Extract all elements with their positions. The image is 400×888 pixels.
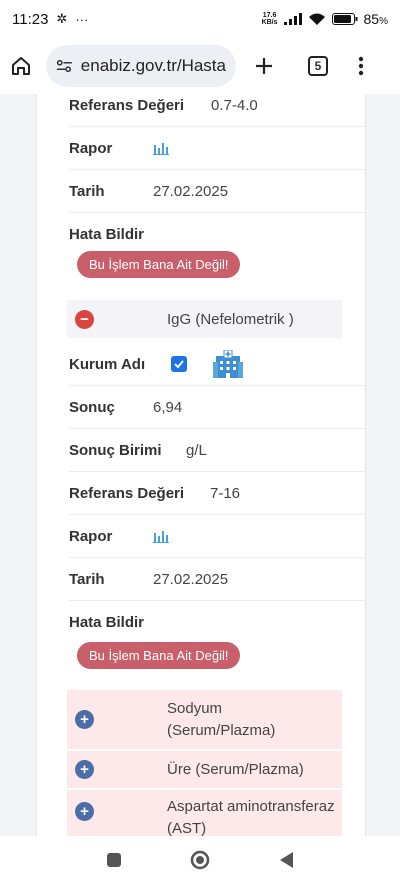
- home-nav-button[interactable]: [190, 850, 210, 875]
- expand-plus-icon[interactable]: +: [75, 760, 94, 779]
- url-text[interactable]: enabiz.gov.tr/Hasta: [81, 56, 226, 76]
- browser-menu-button[interactable]: [358, 56, 364, 76]
- result-row: Sonuç 6,94: [69, 386, 365, 429]
- site-settings-icon[interactable]: [56, 59, 73, 73]
- date-row-prev: Tarih 27.02.2025: [69, 170, 365, 213]
- expand-plus-icon[interactable]: +: [75, 802, 94, 821]
- back-triangle-icon: [280, 851, 293, 868]
- clock: 11:23: [12, 10, 49, 28]
- error-report-row: Hata Bildir: [69, 614, 145, 631]
- collapse-minus-icon[interactable]: −: [75, 309, 94, 329]
- institution-checkbox[interactable]: [171, 356, 187, 372]
- network-speed: 17.6 KB/s: [261, 12, 278, 26]
- home-button[interactable]: [10, 55, 32, 77]
- hospital-building-icon[interactable]: [213, 350, 243, 378]
- browser-toolbar: enabiz.gov.tr/Hasta 5: [0, 38, 400, 94]
- new-tab-button[interactable]: [254, 56, 274, 76]
- home-icon: [12, 57, 30, 75]
- error-report-row-prev: Hata Bildir: [69, 226, 145, 243]
- reference-row: Referans Değeri 7-16: [69, 472, 365, 515]
- cell-signal-icon: [283, 13, 302, 25]
- page-content: Referans Değeri 0.7-4.0 Rapor Tarih 27.0…: [0, 94, 400, 836]
- plus-icon: [256, 58, 272, 74]
- wifi-icon: [308, 13, 325, 25]
- report-row-prev: Rapor: [69, 127, 365, 170]
- recent-apps-button[interactable]: [106, 852, 122, 873]
- more-notifications-icon: ···: [75, 11, 89, 27]
- address-bar[interactable]: enabiz.gov.tr/Hasta: [46, 45, 236, 87]
- tab-switcher-button[interactable]: 5: [308, 56, 328, 76]
- test-header-ure[interactable]: + Üre (Serum/Plazma): [67, 751, 342, 789]
- system-navigation-bar: [0, 836, 400, 888]
- settings-gear-icon: ✲: [56, 11, 68, 26]
- battery-icon: [331, 13, 358, 25]
- not-my-record-button[interactable]: Bu İşlem Bana Ait Değil!: [77, 642, 241, 669]
- check-icon: [174, 360, 184, 369]
- results-card: Referans Değeri 0.7-4.0 Rapor Tarih 27.0…: [36, 94, 366, 836]
- back-button[interactable]: [278, 851, 294, 874]
- test-header-ast[interactable]: + Aspartat aminotransferaz (AST): [67, 790, 342, 836]
- result-unit-row: Sonuç Birimi g/L: [69, 429, 365, 472]
- report-chart-icon[interactable]: [153, 530, 169, 543]
- expand-plus-icon[interactable]: +: [75, 710, 94, 729]
- institution-row: Kurum Adı: [69, 343, 365, 386]
- tab-count: 5: [308, 56, 328, 76]
- battery-percent: 85%: [363, 11, 388, 27]
- square-icon: [107, 852, 121, 867]
- report-chart-icon[interactable]: [153, 142, 169, 155]
- kebab-menu-icon: [358, 56, 364, 76]
- not-my-record-button[interactable]: Bu İşlem Bana Ait Değil!: [77, 251, 241, 278]
- circle-icon: [190, 850, 210, 869]
- date-row: Tarih 27.02.2025: [69, 558, 365, 601]
- test-header-igg[interactable]: − IgG (Nefelometrik ): [67, 300, 342, 338]
- ref-row-prev: Referans Değeri 0.7-4.0: [69, 94, 365, 127]
- report-row: Rapor: [69, 515, 365, 558]
- status-bar: 11:23 ✲ ··· 17.6 KB/s 85%: [0, 0, 400, 38]
- test-header-sodyum[interactable]: + Sodyum (Serum/Plazma): [67, 690, 342, 750]
